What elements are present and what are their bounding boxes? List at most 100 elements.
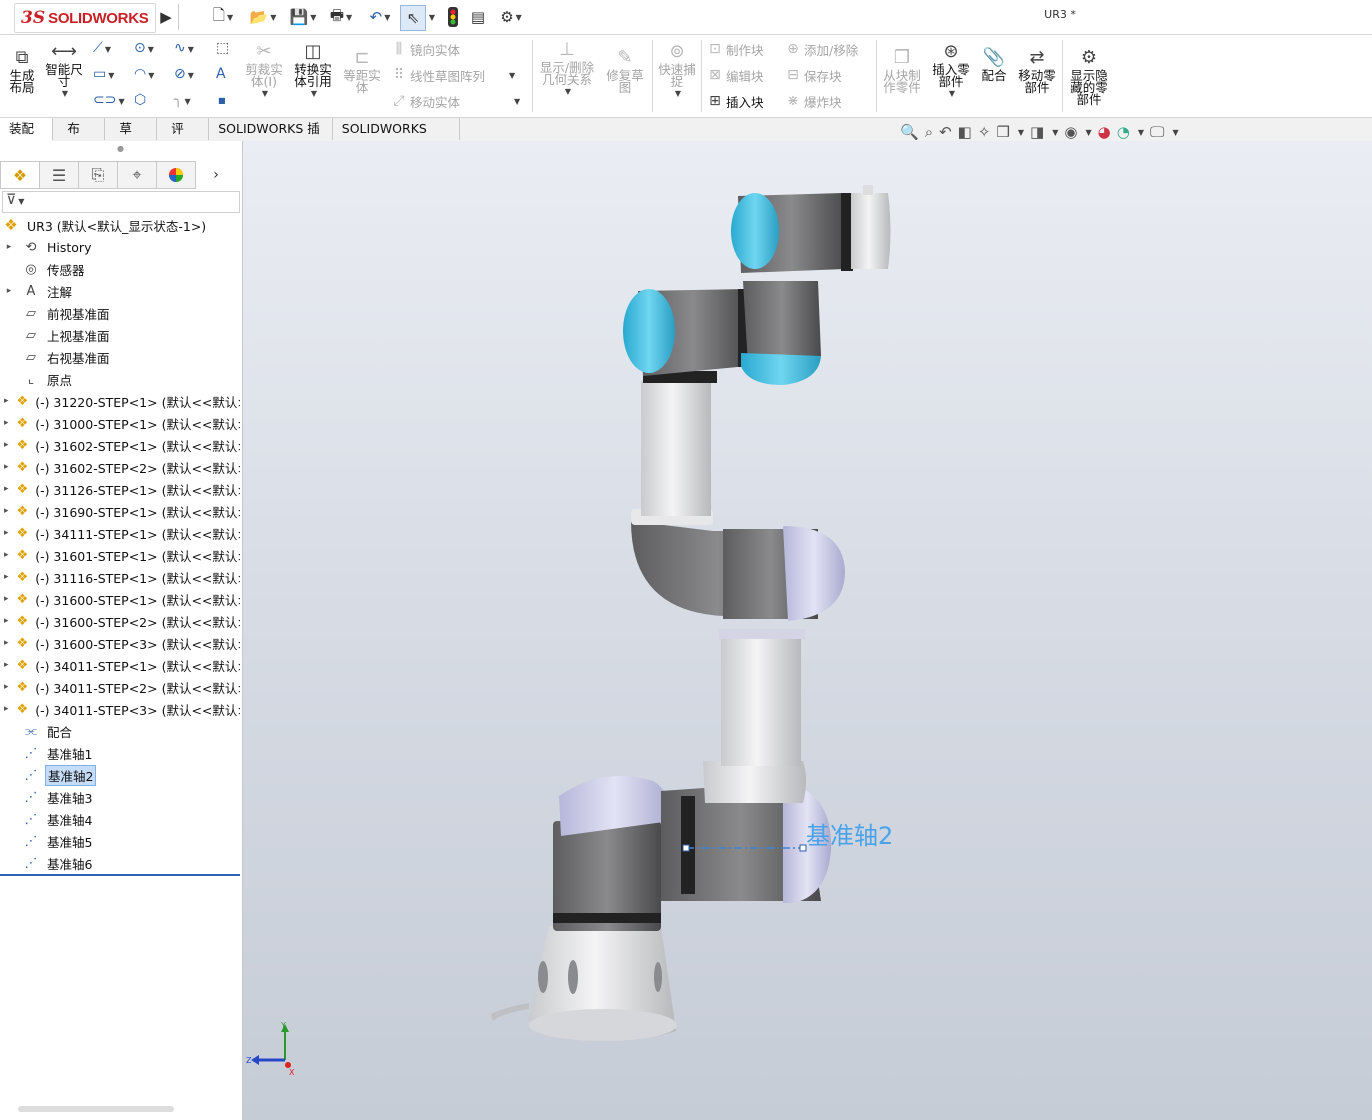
insert-components-button[interactable]: ⊛ 插入零 部件 ▼: [928, 42, 974, 100]
expand-arrow-icon[interactable]: ▸: [4, 286, 14, 296]
display-manager-tab[interactable]: [157, 161, 196, 189]
point-tool[interactable]: ■: [218, 96, 226, 105]
more-tabs-chevron-icon[interactable]: ›: [196, 161, 236, 189]
select-dropdown[interactable]: ▼: [426, 5, 436, 29]
print-button[interactable]: 🖶 ▼: [324, 5, 358, 29]
spline-tool[interactable]: ∿ ▼: [174, 40, 194, 56]
repair-sketch-button[interactable]: ✎ 修复草 图: [602, 48, 648, 94]
polygon-tool[interactable]: ⬡: [134, 92, 146, 108]
add-remove-button[interactable]: ⊕ 添加/移除: [782, 38, 858, 60]
new-file-button[interactable]: 🗋 ▼: [206, 5, 240, 29]
text-tool[interactable]: A: [216, 66, 226, 82]
move-entities-button[interactable]: ⤢ 移动实体 ▼: [388, 90, 520, 112]
tree-item[interactable]: ▱ 上视基准面: [0, 324, 240, 346]
expand-arrow-icon[interactable]: ▸: [4, 594, 9, 604]
tree-item[interactable]: ▸ ❖ (-) 31602-STEP<1> (默认<<默认>: [0, 434, 240, 456]
slot-tool[interactable]: ⊂⊃ ▼: [93, 92, 125, 108]
view-orientation-icon[interactable]: ❒: [996, 123, 1009, 141]
expand-arrow-icon[interactable]: ▸: [4, 572, 9, 582]
expand-arrow-icon[interactable]: ▸: [4, 242, 14, 252]
tree-filter[interactable]: ⊽ ▼: [2, 191, 240, 213]
arc-tool[interactable]: ◠ ▼: [134, 66, 154, 82]
display-delete-relations-button[interactable]: ⊥ 显示/删除 几何关系 ▼: [538, 40, 596, 98]
expand-arrow-icon[interactable]: ▸: [4, 484, 9, 494]
tree-item[interactable]: ▸ ❖ (-) 31220-STEP<1> (默认<<默认>: [0, 390, 240, 412]
robot-arm-model[interactable]: [243, 141, 1372, 1120]
smart-dimension-button[interactable]: ⟷ 智能尺 寸 ▼: [42, 42, 86, 100]
tree-item[interactable]: ⫘ 配合: [0, 720, 240, 742]
tab-layout[interactable]: 布局: [53, 118, 106, 158]
edit-block-button[interactable]: ⊠ 编辑块: [704, 64, 763, 86]
tree-item[interactable]: ▸ ⟲ History: [0, 236, 240, 258]
insert-block-button[interactable]: ⊞ 插入块: [704, 90, 763, 112]
tree-item[interactable]: ⋰ 基准轴2: [0, 764, 240, 786]
move-component-button[interactable]: ⇄ 移动零 部件: [1014, 48, 1060, 94]
line-tool[interactable]: ⟋ ▼: [93, 40, 111, 56]
save-block-button[interactable]: ⊟ 保存块: [782, 64, 841, 86]
expand-arrow-icon[interactable]: ▸: [4, 660, 9, 670]
tree-item[interactable]: ▸ ❖ (-) 31000-STEP<1> (默认<<默认>: [0, 412, 240, 434]
feature-manager-tab[interactable]: ❖: [0, 161, 40, 189]
tree-item[interactable]: ⌞ 原点: [0, 368, 240, 390]
tree-item[interactable]: ◎ 传感器: [0, 258, 240, 280]
expand-arrow-icon[interactable]: ▸: [4, 528, 9, 538]
mate-button[interactable]: 📎 配合: [978, 48, 1010, 82]
tree-item[interactable]: ▸ ❖ (-) 34011-STEP<1> (默认<<默认>: [0, 654, 240, 676]
expand-arrow-icon[interactable]: ▸: [4, 462, 9, 472]
tab-assembly[interactable]: 装配体: [0, 118, 54, 158]
tab-evaluate[interactable]: 评估: [157, 118, 210, 158]
edit-appearance-icon[interactable]: ◕: [1098, 123, 1111, 141]
expand-arrow-icon[interactable]: ▸: [4, 638, 9, 648]
dimxpert-manager-tab[interactable]: ⌖: [118, 161, 157, 189]
zoom-to-area-icon[interactable]: ⌕: [925, 123, 933, 141]
tree-item[interactable]: ⋰ 基准轴5: [0, 830, 240, 852]
tree-item[interactable]: ▸ ❖ (-) 31600-STEP<1> (默认<<默认>: [0, 588, 240, 610]
tree-item[interactable]: ⋰ 基准轴1: [0, 742, 240, 764]
save-button[interactable]: 💾 ▼: [286, 5, 320, 29]
tree-item[interactable]: ⋰ 基准轴3: [0, 786, 240, 808]
configuration-manager-tab[interactable]: ⎘: [79, 161, 118, 189]
show-hidden-components-button[interactable]: ⚙ 显示隐 藏的零 部件: [1066, 48, 1112, 106]
rebuild-button[interactable]: [444, 5, 462, 29]
apply-scene-icon[interactable]: ◔: [1117, 123, 1130, 141]
tree-item[interactable]: ⋰ 基准轴6: [0, 852, 240, 874]
mirror-entities-button[interactable]: ⫼ 镜向实体: [388, 38, 460, 60]
expand-arrow-icon[interactable]: ▸: [4, 440, 9, 450]
tree-item[interactable]: ▸ ❖ (-) 31600-STEP<3> (默认<<默认>: [0, 632, 240, 654]
tree-item[interactable]: ▸ ❖ (-) 34111-STEP<1> (默认<<默认>: [0, 522, 240, 544]
menu-expand-arrow-icon[interactable]: ▶: [160, 5, 172, 29]
hide-show-icon[interactable]: ◉: [1064, 123, 1077, 141]
pane-grip-icon[interactable]: ●: [117, 144, 124, 153]
make-block-button[interactable]: ⊡ 制作块: [704, 38, 763, 60]
explode-block-button[interactable]: ⋇ 爆炸块: [782, 90, 841, 112]
select-button[interactable]: ⇖: [400, 5, 426, 31]
open-file-button[interactable]: 📂 ▼: [246, 5, 280, 29]
graphics-area[interactable]: [243, 141, 1372, 1120]
undo-button[interactable]: ↶ ▼: [362, 5, 398, 29]
tree-item[interactable]: ▸ ❖ (-) 34011-STEP<3> (默认<<默认>: [0, 698, 240, 720]
horizontal-scrollbar[interactable]: [18, 1106, 174, 1112]
view-settings-monitor-icon[interactable]: 🖵: [1150, 123, 1164, 141]
tree-item[interactable]: ▱ 右视基准面: [0, 346, 240, 368]
expand-arrow-icon[interactable]: ▸: [4, 396, 9, 406]
tree-item[interactable]: ⋰ 基准轴4: [0, 808, 240, 830]
rectangle-tool[interactable]: ▭ ▼: [93, 66, 114, 82]
generate-layout-button[interactable]: ⧉ 生成 布局: [4, 48, 40, 94]
tree-item[interactable]: ▸ ❖ (-) 31690-STEP<1> (默认<<默认>: [0, 500, 240, 522]
tree-item[interactable]: ▸ ❖ (-) 31116-STEP<1> (默认<<默认>: [0, 566, 240, 588]
tree-item[interactable]: ▸ ❖ (-) 31601-STEP<1> (默认<<默认>: [0, 544, 240, 566]
tree-item[interactable]: ▸ ❖ (-) 34011-STEP<2> (默认<<默认>: [0, 676, 240, 698]
solidworks-logo[interactable]: 3S SOLIDWORKS: [14, 3, 156, 33]
ellipse-tool[interactable]: ⊘ ▼: [174, 66, 194, 82]
tree-item[interactable]: ▱ 前视基准面: [0, 302, 240, 324]
expand-arrow-icon[interactable]: ▸: [4, 418, 9, 428]
zoom-to-fit-icon[interactable]: 🔍: [900, 123, 919, 141]
expand-arrow-icon[interactable]: ▸: [4, 506, 9, 516]
tree-item[interactable]: ▸ ❖ (-) 31600-STEP<2> (默认<<默认>: [0, 610, 240, 632]
display-style-icon[interactable]: ◨: [1030, 123, 1044, 141]
linear-pattern-button[interactable]: ⠿ 线性草图阵列 ▼: [388, 64, 515, 86]
section-view-icon[interactable]: ◧: [958, 123, 972, 141]
rollback-bar[interactable]: [0, 874, 240, 876]
previous-view-icon[interactable]: ↶: [939, 123, 952, 141]
file-properties-button[interactable]: ▤: [468, 5, 488, 29]
